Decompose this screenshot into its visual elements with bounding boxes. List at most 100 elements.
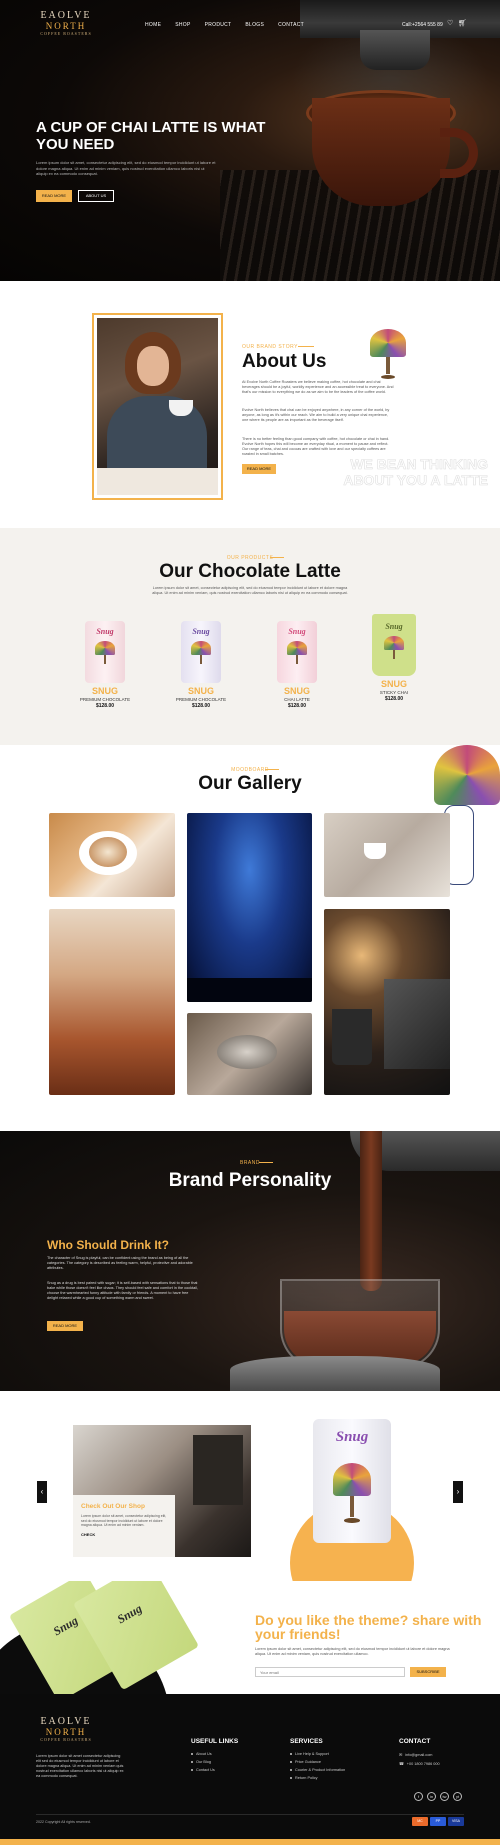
mail-icon: ✉: [399, 1753, 403, 1757]
visa-icon: VISA: [448, 1817, 464, 1826]
cafe-table: [97, 468, 218, 495]
lamp-shade: [434, 745, 500, 805]
hero-title: A CUP OF CHAI LATTE IS WHAT YOU NEED: [36, 119, 266, 153]
logo-line2: NORTH: [45, 21, 87, 31]
product-name: SNUG: [380, 679, 407, 689]
logo-line1: EAOLVE: [40, 1716, 92, 1727]
logo-line3: COFFEE ROASTERS: [40, 1737, 92, 1742]
footer-logo[interactable]: EAOLVE NORTH COFFEE ROASTERS: [36, 1716, 96, 1742]
site-logo[interactable]: EAOLVE NORTH COFFEE ROASTERS: [36, 10, 96, 36]
product-card[interactable]: Snug SNUG CHAI LATTE $128.00: [267, 621, 327, 709]
chocolate-pour-stream: [360, 1131, 382, 1291]
footer-link-label: Return Policy: [295, 1776, 318, 1780]
cloth-napkin-image: [230, 1356, 440, 1391]
bullet-icon: [290, 1777, 292, 1779]
footer-link-label: Courier & Product Information: [295, 1768, 346, 1772]
nav-item-blogs[interactable]: BLOGS: [245, 22, 264, 28]
brand-section: BRAND Brand Personality Who Should Drink…: [0, 1131, 500, 1391]
about-title: About Us: [242, 351, 327, 372]
brand-title: Brand Personality: [168, 1170, 332, 1191]
product-pouch-image: Snug: [372, 614, 416, 676]
footer-accent-bar: [0, 1839, 500, 1845]
email-input[interactable]: [255, 1667, 405, 1677]
coffee-glass: [332, 1009, 372, 1065]
product-subtitle: STICKY CHAI: [379, 690, 409, 695]
product-card[interactable]: Snug SNUG PREMIUM CHOCOLATE $128.00: [171, 621, 231, 709]
heart-icon[interactable]: ♡: [447, 20, 455, 28]
footer-link-label: About Us: [196, 1752, 212, 1756]
hero-about-button[interactable]: ABOUT US: [78, 190, 114, 202]
site-footer: EAOLVE NORTH COFFEE ROASTERS Lorem ipsum…: [0, 1694, 500, 1845]
lamp-base: [344, 1518, 360, 1523]
slider-prev-arrow-icon[interactable]: ‹: [37, 1481, 47, 1503]
shop-card-cta[interactable]: CHECK: [81, 1532, 167, 1537]
about-photo-frame: [92, 313, 223, 500]
gallery-cozy-blanket-photo[interactable]: [324, 813, 450, 897]
footer-link[interactable]: Return Policy: [290, 1776, 345, 1780]
product-can-image: Snug: [181, 621, 221, 683]
white-cup: [169, 400, 193, 416]
product-card[interactable]: Snug SNUG STICKY CHAI $128.00: [364, 614, 424, 702]
cat-figure: [217, 1035, 277, 1069]
lamp-mini-icon: [95, 641, 115, 667]
gallery-autumn-leaves-photo[interactable]: [49, 909, 175, 1095]
nav-item-product[interactable]: PRODUCT: [205, 22, 232, 28]
product-price: $128.00: [95, 703, 115, 709]
nav-item-home[interactable]: HOME: [145, 22, 161, 28]
footer-link[interactable]: Courier & Product Information: [290, 1768, 345, 1772]
footer-heading: CONTACT: [399, 1738, 431, 1745]
pouch-brand-text: Snug: [114, 1601, 145, 1627]
footer-text: Lorem ipsum dolor sit amet consectetur a…: [36, 1754, 124, 1778]
product-card[interactable]: Snug SNUG PREMIUM CHOCOLATE $128.00: [75, 621, 135, 709]
lamp-stem: [296, 655, 298, 665]
products-description: Lorem ipsum dolor sit amet, consectetur …: [152, 586, 348, 595]
about-read-more-button[interactable]: READ MORE: [242, 464, 276, 474]
products-title: Our Chocolate Latte: [159, 561, 341, 582]
footer-link[interactable]: Our Blog: [191, 1760, 238, 1764]
footer-link[interactable]: Price Guidance: [290, 1760, 345, 1764]
gallery-title: Our Gallery: [198, 773, 302, 794]
shop-card[interactable]: Check Out Our Shop Lorem ipsum dolor sit…: [73, 1495, 175, 1557]
nav-item-shop[interactable]: SHOP: [175, 22, 190, 28]
cart-icon[interactable]: 🛒︎: [458, 20, 467, 28]
footer-phone[interactable]: ☎ +00 1800 7986 000: [399, 1761, 440, 1767]
subscribe-button[interactable]: SUBSCRIBE: [410, 1667, 446, 1677]
facebook-icon[interactable]: f: [414, 1792, 423, 1801]
coffee-cup-body: [312, 98, 450, 206]
lamp-mini-icon: [191, 641, 211, 667]
woman-drinking-photo: [97, 318, 218, 495]
footer-link[interactable]: About Us: [191, 1752, 238, 1756]
tiffany-lamp-illustration: [370, 329, 406, 379]
product-price: $128.00: [191, 703, 211, 709]
lamp-stem: [104, 655, 106, 665]
call-number[interactable]: Call:+2564 555 89: [402, 22, 443, 28]
lamp-shade: [191, 641, 211, 656]
lamp-shade: [95, 641, 115, 656]
about-section: OUR BRAND STORY About Us At Evolve North…: [0, 281, 500, 528]
gallery-coffee-laptop-photo[interactable]: [324, 909, 450, 1095]
twitter-icon[interactable]: tw: [440, 1792, 449, 1801]
footer-link[interactable]: Contact Us: [191, 1768, 238, 1772]
brand-read-more-button[interactable]: READ MORE: [47, 1321, 83, 1331]
about-paragraph-1: At Evolve North Coffee Roasters we belie…: [242, 380, 394, 394]
product-name: SNUG: [91, 686, 118, 696]
bullet-icon: [290, 1753, 292, 1755]
lamp-stem: [200, 655, 202, 665]
hero-read-more-button[interactable]: READ MORE: [36, 190, 72, 202]
lamp-mini-icon: [287, 641, 307, 667]
page: EAOLVE NORTH COFFEE ROASTERS HOME SHOP P…: [0, 0, 500, 1845]
footer-email[interactable]: ✉ info@gmail.com: [399, 1752, 440, 1758]
pouch-brand-text: Snug: [385, 622, 403, 631]
product-price: $128.00: [384, 696, 404, 702]
nav-item-contact[interactable]: CONTACT: [278, 22, 304, 28]
gallery-sleeping-cat-photo[interactable]: [187, 1013, 312, 1095]
gallery-latte-art-photo[interactable]: [49, 813, 175, 897]
instagram-icon[interactable]: in: [427, 1792, 436, 1801]
slider-next-arrow-icon[interactable]: ›: [453, 1481, 463, 1503]
laptop: [384, 979, 450, 1069]
footer-email-label: info@gmail.com: [405, 1752, 433, 1757]
youtube-icon[interactable]: yt: [453, 1792, 462, 1801]
featured-can-image: Snug: [313, 1419, 391, 1543]
footer-link[interactable]: Live Help & Support: [290, 1752, 345, 1756]
gallery-night-sky-photo[interactable]: [187, 813, 312, 1002]
